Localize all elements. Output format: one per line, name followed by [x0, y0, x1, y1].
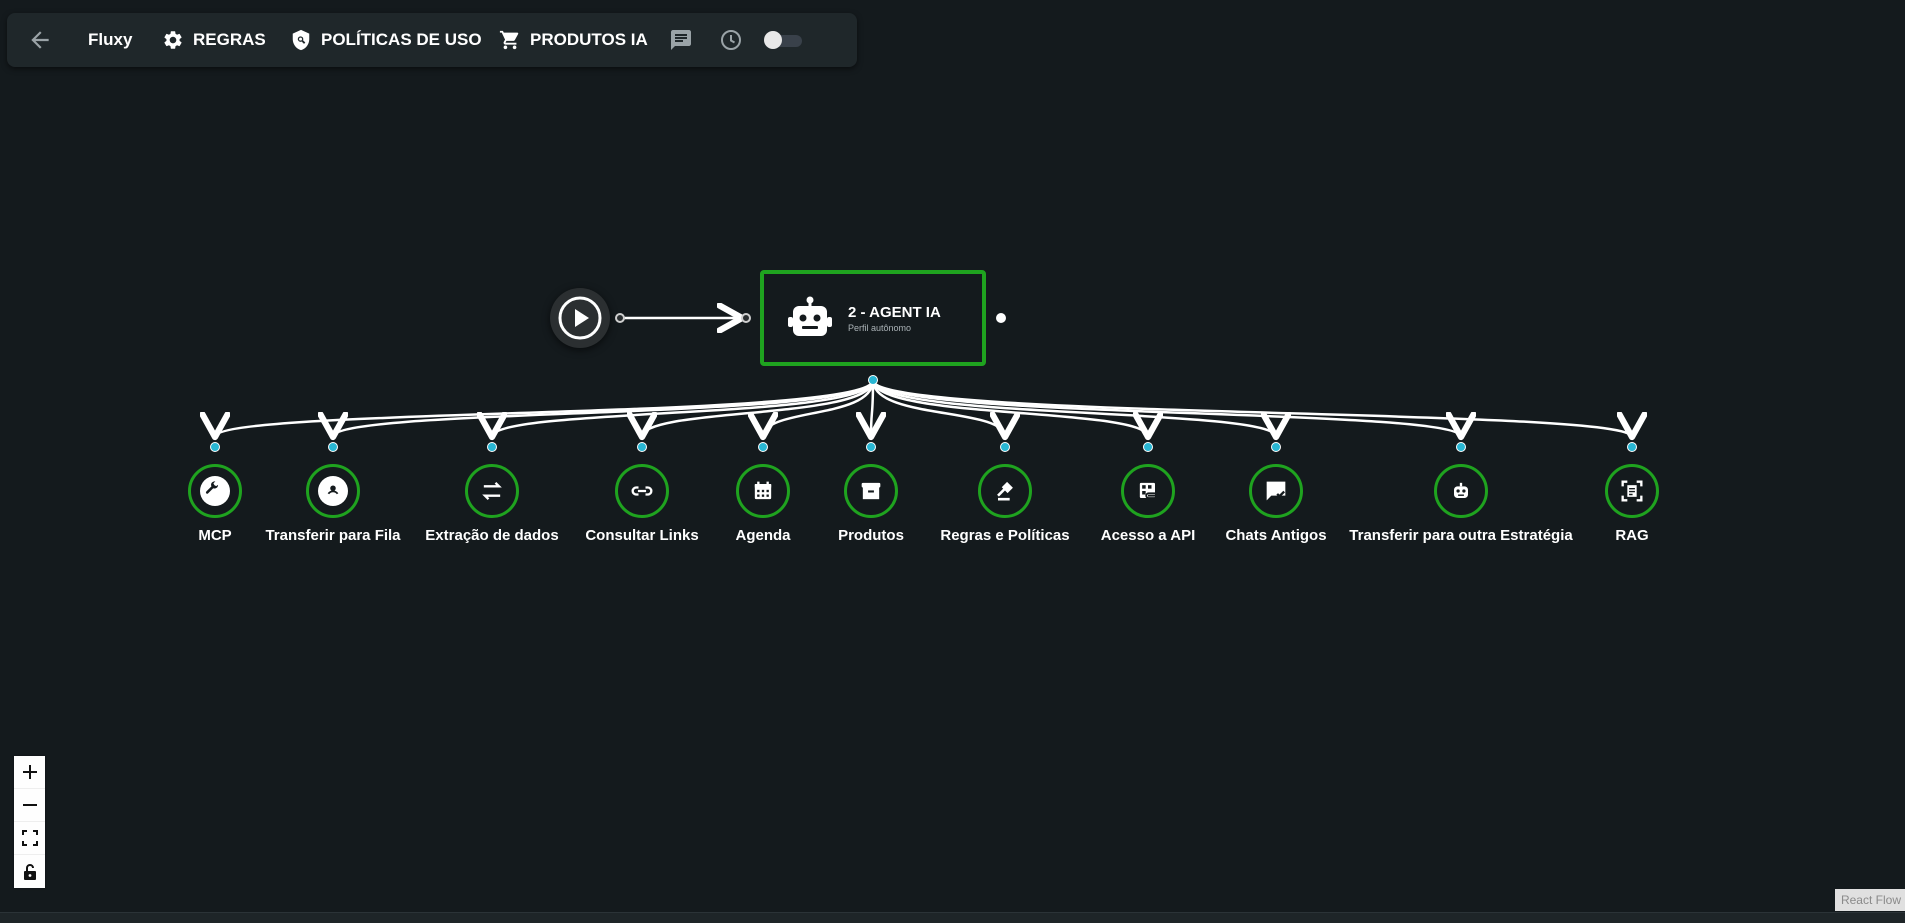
flow-canvas[interactable]: 2 - AGENT IA Perfil autônomo MCP Transfer…: [0, 0, 1905, 922]
tool-target-handle[interactable]: [1000, 442, 1010, 452]
start-node[interactable]: [550, 288, 610, 348]
tool-node-9[interactable]: [1249, 464, 1303, 518]
tool-label: MCP: [198, 527, 232, 544]
agent-to-tool-edge[interactable]: [871, 379, 1632, 437]
robot-icon: [1454, 482, 1468, 498]
wrench-icon: [200, 476, 230, 506]
fullscreen-icon: [21, 830, 38, 846]
agent-tools-handle[interactable]: [868, 375, 878, 385]
robot-icon: [784, 292, 836, 344]
tool-node-8[interactable]: [1121, 464, 1175, 518]
tool-label: RAG: [1615, 527, 1649, 544]
tool-node-5[interactable]: [736, 464, 790, 518]
tool-label: Extração de dados: [425, 527, 559, 544]
agent-to-tool-edge[interactable]: [215, 379, 875, 437]
tool-node-3[interactable]: [465, 464, 519, 518]
tool-target-handle[interactable]: [1456, 442, 1466, 452]
chat-check-icon: [1266, 481, 1286, 501]
edges-layer: [0, 0, 1905, 922]
minus-icon: [22, 804, 37, 806]
gavel-icon: [997, 481, 1013, 501]
agent-to-tool-edge[interactable]: [763, 379, 875, 437]
react-flow-attribution[interactable]: React Flow: [1834, 889, 1905, 911]
play-icon: [558, 296, 602, 340]
agent-source-handle[interactable]: [996, 313, 1006, 323]
tool-target-handle[interactable]: [1271, 442, 1281, 452]
tool-target-handle[interactable]: [637, 442, 647, 452]
agent-title: 2 - AGENT IA: [848, 303, 941, 321]
tool-node-1[interactable]: [188, 464, 242, 518]
lock-open-icon: [23, 863, 36, 880]
tool-label: Regras e Políticas: [940, 527, 1070, 544]
tool-label: Transferir para Fila: [265, 527, 401, 544]
tool-node-4[interactable]: [615, 464, 669, 518]
tool-node-2[interactable]: [306, 464, 360, 518]
fit-view-button[interactable]: [14, 822, 45, 855]
tool-target-handle[interactable]: [1143, 442, 1153, 452]
archive-box-icon: [861, 482, 881, 500]
tool-label: Chats Antigos: [1225, 527, 1327, 544]
tool-label: Acesso a API: [1100, 527, 1196, 544]
swap-arrows-icon: [482, 482, 502, 500]
account-pin-icon: [318, 476, 348, 506]
tool-label: Consultar Links: [585, 527, 699, 544]
tool-label: Produtos: [838, 527, 904, 544]
api-link-icon: [1139, 482, 1158, 499]
zoom-controls: [14, 756, 45, 888]
agent-target-handle[interactable]: [741, 313, 751, 323]
tool-target-handle[interactable]: [210, 442, 220, 452]
tool-target-handle[interactable]: [328, 442, 338, 452]
tool-node-10[interactable]: [1434, 464, 1488, 518]
plus-icon: [22, 765, 37, 779]
agent-subtitle: Perfil autônomo: [848, 322, 912, 333]
agent-node[interactable]: 2 - AGENT IA Perfil autônomo: [760, 270, 986, 366]
start-source-handle[interactable]: [615, 313, 625, 323]
tool-target-handle[interactable]: [487, 442, 497, 452]
tool-node-6[interactable]: [844, 464, 898, 518]
zoom-in-button[interactable]: [14, 756, 45, 789]
agent-to-tool-edge[interactable]: [871, 379, 1005, 437]
calendar-icon: [754, 481, 772, 500]
link-icon: [631, 486, 653, 496]
zoom-out-button[interactable]: [14, 789, 45, 822]
tool-label: Agenda: [735, 527, 791, 544]
tool-node-7[interactable]: [978, 464, 1032, 518]
tool-node-11[interactable]: [1605, 464, 1659, 518]
tool-label: Transferir para outra Estratégia: [1349, 527, 1573, 544]
bottom-bar: [0, 912, 1905, 923]
tool-target-handle[interactable]: [1627, 442, 1637, 452]
document-scan-icon: [1621, 480, 1643, 502]
tool-target-handle[interactable]: [866, 442, 876, 452]
tool-target-handle[interactable]: [758, 442, 768, 452]
lock-button[interactable]: [14, 855, 45, 888]
